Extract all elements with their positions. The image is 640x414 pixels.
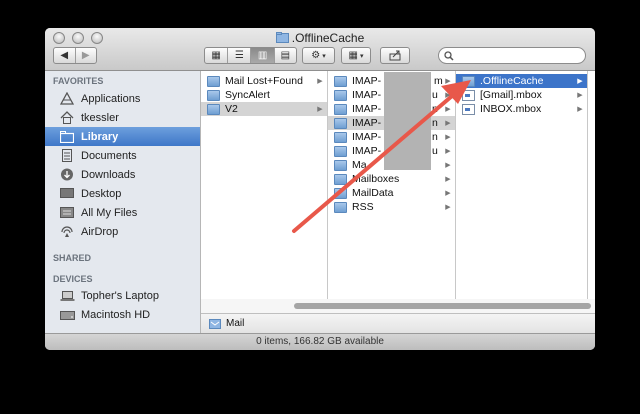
annotation-arrow-icon: [292, 80, 471, 233]
